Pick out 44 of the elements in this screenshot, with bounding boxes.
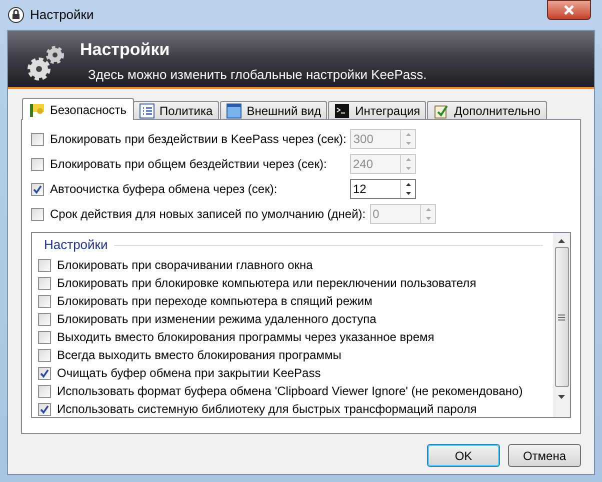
- option-label: Выходить вместо блокирования программы через указанное время: [57, 329, 434, 346]
- scrollbar-thumb[interactable]: [554, 247, 568, 387]
- scroll-up-icon[interactable]: [558, 239, 565, 243]
- checkbox[interactable]: [38, 402, 51, 416]
- tab[interactable]: Внешний вид: [220, 101, 328, 120]
- cancel-button[interactable]: Отмена: [508, 444, 581, 467]
- checkbox[interactable]: [38, 348, 51, 362]
- header-subtitle: Здесь можно изменить глобальные настройки KeePass.: [88, 66, 427, 84]
- option-label: Блокировать при переходе компьютера в спящий режим: [57, 293, 372, 310]
- close-icon: [563, 5, 575, 15]
- option-label: Блокировать при общем бездействии через (сек):: [50, 156, 328, 173]
- number-field[interactable]: 12: [350, 179, 416, 199]
- group-header: Настройки: [44, 236, 108, 254]
- option-label: Срок действия для новых записей по умолчанию (дней):: [50, 206, 366, 223]
- checkbox[interactable]: [38, 276, 51, 290]
- option-label: Очищать буфер обмена при закрытии KeePass: [57, 365, 321, 382]
- option-label: Всегда выходить вместо блокирования программы: [57, 347, 342, 364]
- tab[interactable]: Безопасность: [22, 98, 134, 120]
- option-label: Блокировать при бездействии в KeePass через (сек):: [50, 131, 346, 148]
- close-button[interactable]: [547, 0, 591, 20]
- scroll-down-icon[interactable]: [558, 395, 565, 399]
- scrollbar[interactable]: [553, 233, 570, 417]
- checkbox[interactable]: [38, 312, 51, 326]
- checkbox[interactable]: [38, 384, 51, 398]
- option-label: Блокировать при сворачивании главного окна: [57, 257, 313, 274]
- checkbox[interactable]: [38, 330, 51, 344]
- window-title: Настройки: [30, 6, 94, 24]
- tab[interactable]: Интеграция: [328, 101, 426, 120]
- checkbox[interactable]: [38, 258, 51, 272]
- checklist-icon: [433, 103, 450, 119]
- option-label: Блокировать при изменении режима удаленного доступа: [57, 311, 376, 328]
- checkbox[interactable]: [38, 366, 51, 380]
- option-label: Блокировать при блокировке компьютера или переключении пользователя: [57, 275, 476, 292]
- tab[interactable]: Политика: [132, 101, 219, 120]
- option-label: Использовать системную библиотеку для быстрых трансформаций пароля: [57, 401, 477, 418]
- header-title: Настройки: [80, 39, 171, 61]
- option-label: Автоочистка буфера обмена через (сек):: [50, 181, 278, 198]
- checkbox[interactable]: [31, 182, 44, 196]
- checkbox[interactable]: [38, 294, 51, 308]
- window-icon: [226, 103, 242, 119]
- option-label: Использовать формат буфера обмена 'Clipboard Viewer Ignore' (не рекомендовано): [57, 383, 523, 400]
- lock-icon: [8, 7, 24, 23]
- ok-button[interactable]: OK: [427, 444, 500, 467]
- tab[interactable]: Дополнительно: [427, 101, 547, 120]
